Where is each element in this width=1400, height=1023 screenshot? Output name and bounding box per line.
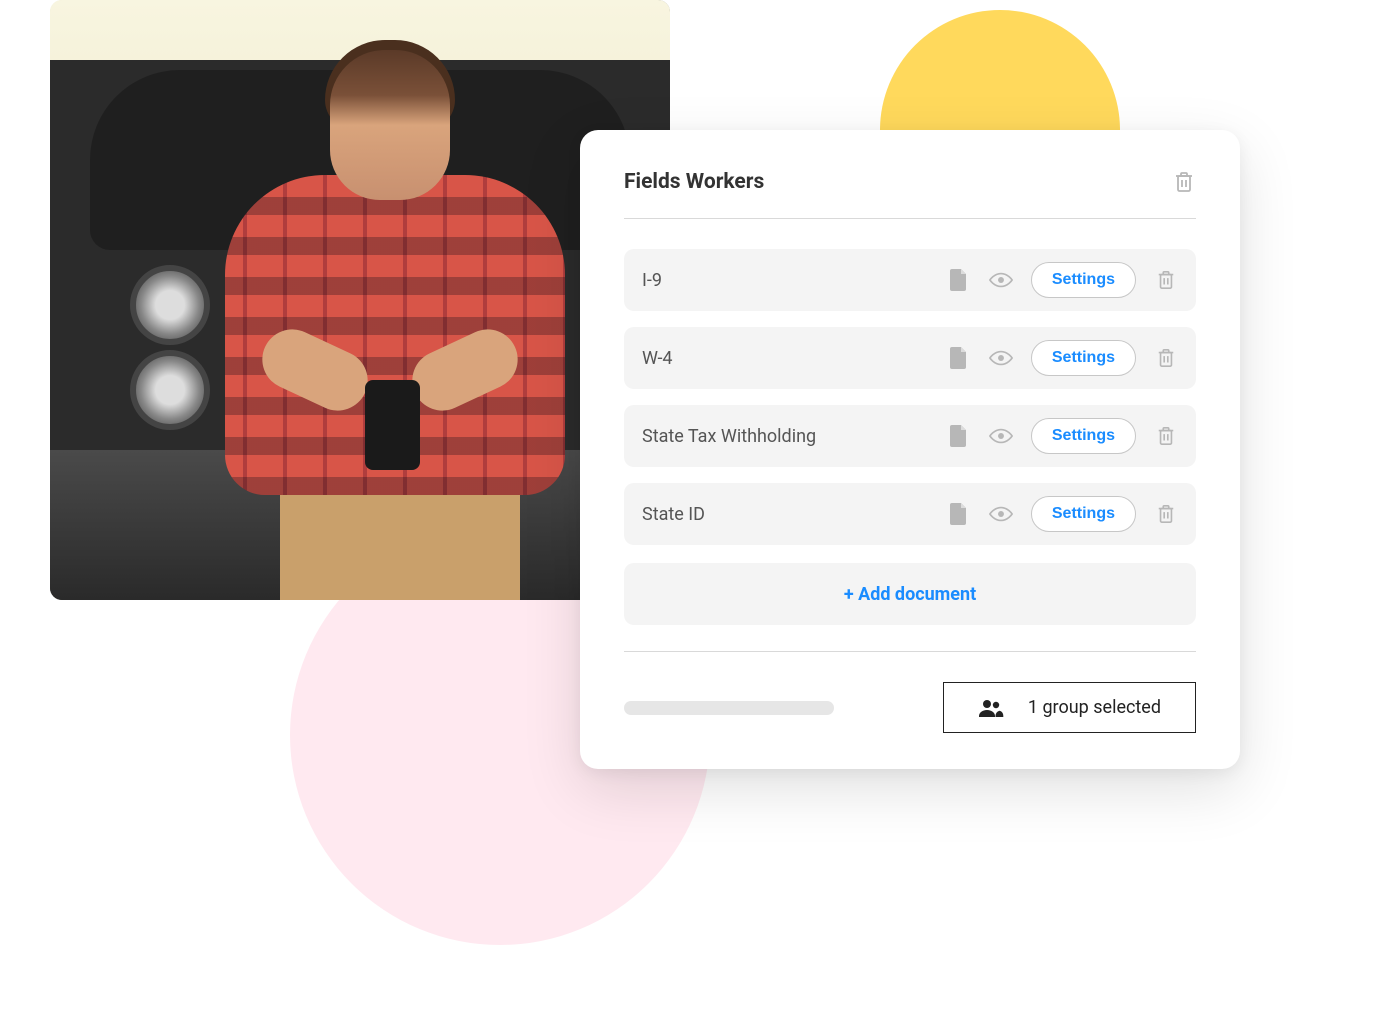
document-actions: Settings	[947, 340, 1178, 376]
hero-photo	[50, 0, 670, 600]
document-actions: Settings	[947, 418, 1178, 454]
file-icon	[950, 347, 968, 369]
documents-panel: Fields Workers I-9	[580, 130, 1240, 769]
document-file-button[interactable]	[947, 268, 971, 292]
document-actions: Settings	[947, 262, 1178, 298]
document-row: I-9 Settings	[624, 249, 1196, 311]
settings-label: Settings	[1052, 505, 1115, 522]
file-icon	[950, 503, 968, 525]
document-view-button[interactable]	[989, 268, 1013, 292]
document-settings-button[interactable]: Settings	[1031, 340, 1136, 376]
document-delete-button[interactable]	[1154, 424, 1178, 448]
document-file-button[interactable]	[947, 502, 971, 526]
placeholder-bar	[624, 701, 834, 715]
document-file-button[interactable]	[947, 424, 971, 448]
document-view-button[interactable]	[989, 424, 1013, 448]
document-name: I-9	[642, 270, 947, 291]
panel-title: Fields Workers	[624, 170, 764, 194]
trash-icon	[1156, 269, 1176, 291]
document-list: I-9 Settings	[624, 249, 1196, 545]
trash-icon	[1173, 170, 1195, 194]
document-settings-button[interactable]: Settings	[1031, 496, 1136, 532]
settings-label: Settings	[1052, 271, 1115, 288]
document-name: W-4	[642, 348, 947, 369]
add-document-label: + Add document	[844, 584, 976, 605]
document-file-button[interactable]	[947, 346, 971, 370]
document-name: State Tax Withholding	[642, 426, 947, 447]
eye-icon	[989, 505, 1013, 523]
document-delete-button[interactable]	[1154, 346, 1178, 370]
document-view-button[interactable]	[989, 346, 1013, 370]
divider	[624, 651, 1196, 652]
eye-icon	[989, 271, 1013, 289]
trash-icon	[1156, 503, 1176, 525]
trash-icon	[1156, 425, 1176, 447]
delete-panel-button[interactable]	[1172, 170, 1196, 194]
document-row: State Tax Withholding Settings	[624, 405, 1196, 467]
document-row: State ID Settings	[624, 483, 1196, 545]
document-delete-button[interactable]	[1154, 502, 1178, 526]
panel-header: Fields Workers	[624, 170, 1196, 219]
trash-icon	[1156, 347, 1176, 369]
file-icon	[950, 269, 968, 291]
add-document-button[interactable]: + Add document	[624, 563, 1196, 625]
group-selected-label: 1 group selected	[1028, 697, 1161, 718]
file-icon	[950, 425, 968, 447]
document-row: W-4 Settings	[624, 327, 1196, 389]
group-selector-button[interactable]: 1 group selected	[943, 682, 1196, 733]
people-icon	[978, 699, 1004, 717]
eye-icon	[989, 427, 1013, 445]
settings-label: Settings	[1052, 349, 1115, 366]
document-name: State ID	[642, 504, 947, 525]
document-actions: Settings	[947, 496, 1178, 532]
panel-footer: 1 group selected	[624, 682, 1196, 733]
document-view-button[interactable]	[989, 502, 1013, 526]
document-delete-button[interactable]	[1154, 268, 1178, 292]
document-settings-button[interactable]: Settings	[1031, 262, 1136, 298]
document-settings-button[interactable]: Settings	[1031, 418, 1136, 454]
settings-label: Settings	[1052, 427, 1115, 444]
eye-icon	[989, 349, 1013, 367]
